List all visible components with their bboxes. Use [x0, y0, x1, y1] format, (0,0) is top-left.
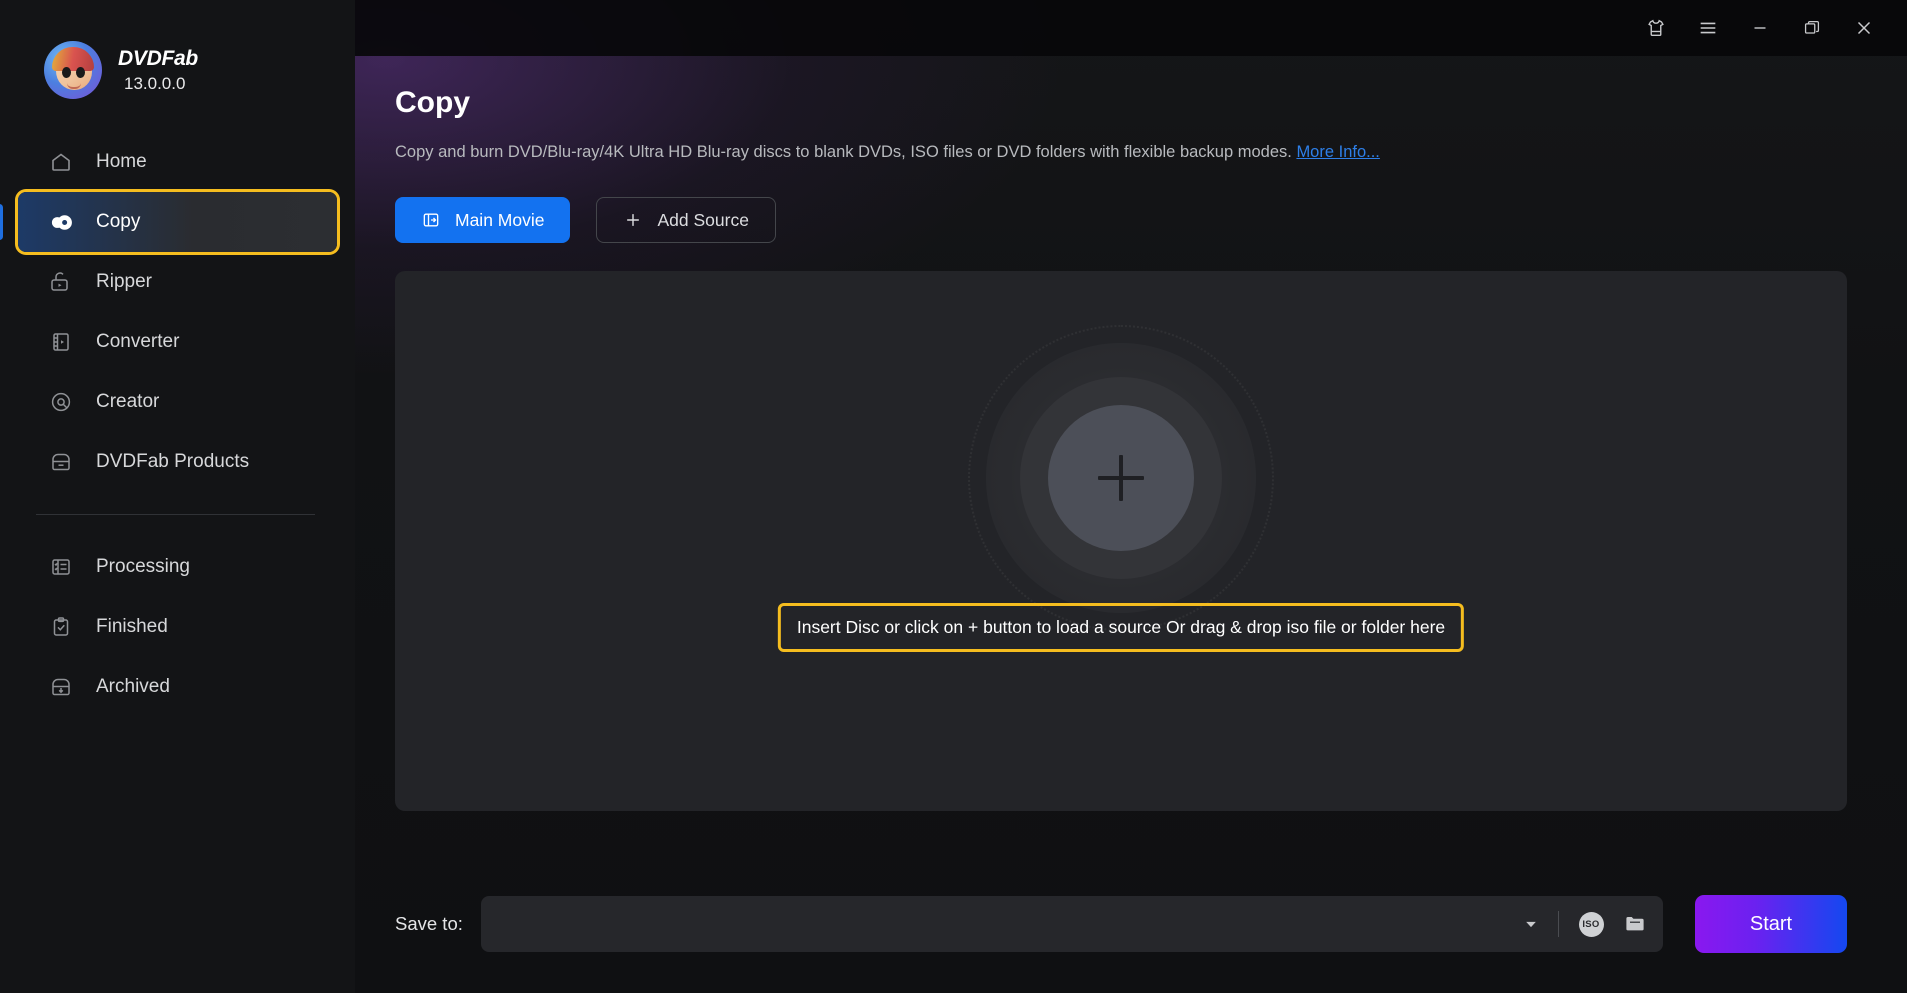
dvdfab-mascot-logo	[44, 41, 102, 99]
creator-disc-icon	[48, 389, 74, 415]
minimize-icon[interactable]	[1737, 8, 1783, 48]
iso-icon[interactable]: ISO	[1569, 902, 1613, 946]
sidebar-item-copy[interactable]: Copy	[18, 192, 337, 252]
sidebar-item-label: Archived	[96, 676, 170, 698]
brand-name: DVDFab	[118, 47, 198, 71]
more-info-link[interactable]: More Info...	[1296, 143, 1379, 161]
brand-version: 13.0.0.0	[118, 74, 198, 94]
dvdfab-window: DVDFab 13.0.0.0 Home	[0, 0, 1907, 993]
processing-list-icon	[48, 554, 74, 580]
start-button[interactable]: Start	[1695, 895, 1847, 953]
sidebar-item-label: Copy	[96, 211, 140, 233]
maximize-icon[interactable]	[1789, 8, 1835, 48]
sidebar-item-processing[interactable]: Processing	[18, 537, 337, 597]
chevron-down-icon[interactable]	[1514, 896, 1548, 952]
sidebar-item-creator[interactable]: Creator	[18, 372, 337, 432]
add-source-button[interactable]: Add Source	[596, 197, 775, 243]
products-box-icon	[48, 449, 74, 475]
sidebar-item-dvdfab-products[interactable]: DVDFab Products	[18, 432, 337, 492]
sidebar-item-archived[interactable]: Archived	[18, 657, 337, 717]
folder-icon[interactable]	[1613, 902, 1657, 946]
save-path-input[interactable]	[499, 896, 1514, 952]
sidebar-nav: Home Copy	[0, 132, 355, 717]
disc-placeholder-graphic	[986, 343, 1256, 613]
sidebar-item-label: Processing	[96, 556, 190, 578]
sidebar-item-label: DVDFab Products	[96, 451, 249, 473]
sidebar-item-finished[interactable]: Finished	[18, 597, 337, 657]
plus-icon	[623, 210, 643, 230]
main-movie-icon	[421, 210, 441, 230]
add-source-label: Add Source	[657, 210, 748, 231]
page-description: Copy and burn DVD/Blu-ray/4K Ultra HD Bl…	[395, 142, 1847, 163]
sidebar-divider	[36, 514, 315, 515]
ripper-icon	[48, 269, 74, 295]
mode-button-row: Main Movie Add Source	[395, 197, 1847, 243]
title-bar	[355, 0, 1907, 56]
home-icon	[48, 149, 74, 175]
start-button-label: Start	[1750, 913, 1792, 936]
content: Copy Copy and burn DVD/Blu-ray/4K Ultra …	[355, 56, 1907, 811]
sidebar-item-label: Home	[96, 151, 147, 173]
disc-copy-icon	[48, 209, 74, 235]
page-description-text: Copy and burn DVD/Blu-ray/4K Ultra HD Bl…	[395, 143, 1292, 161]
menu-icon[interactable]	[1685, 8, 1731, 48]
sidebar: DVDFab 13.0.0.0 Home	[0, 0, 355, 993]
sidebar-item-converter[interactable]: Converter	[18, 312, 337, 372]
archived-box-icon	[48, 674, 74, 700]
save-path-container: ISO	[481, 896, 1663, 952]
sidebar-item-label: Creator	[96, 391, 159, 413]
sidebar-item-label: Finished	[96, 616, 168, 638]
close-icon[interactable]	[1841, 8, 1887, 48]
main-area: Copy Copy and burn DVD/Blu-ray/4K Ultra …	[355, 0, 1907, 993]
converter-icon	[48, 329, 74, 355]
save-to-label: Save to:	[395, 913, 463, 935]
page-title: Copy	[395, 86, 1847, 120]
sidebar-item-ripper[interactable]: Ripper	[18, 252, 337, 312]
source-dropzone[interactable]: Insert Disc or click on + button to load…	[395, 271, 1847, 811]
brand: DVDFab 13.0.0.0	[0, 30, 355, 110]
main-movie-button[interactable]: Main Movie	[395, 197, 570, 243]
dropzone-hint: Insert Disc or click on + button to load…	[778, 603, 1464, 652]
add-source-plus-button[interactable]	[1048, 405, 1194, 551]
sidebar-item-home[interactable]: Home	[18, 132, 337, 192]
bottom-bar: Save to: ISO	[355, 873, 1907, 993]
bottom-divider	[1558, 911, 1559, 937]
main-movie-label: Main Movie	[455, 210, 544, 231]
iso-badge-label: ISO	[1579, 912, 1604, 937]
finished-clipboard-icon	[48, 614, 74, 640]
sidebar-item-label: Ripper	[96, 271, 152, 293]
skin-icon[interactable]	[1633, 8, 1679, 48]
sidebar-item-label: Converter	[96, 331, 179, 353]
